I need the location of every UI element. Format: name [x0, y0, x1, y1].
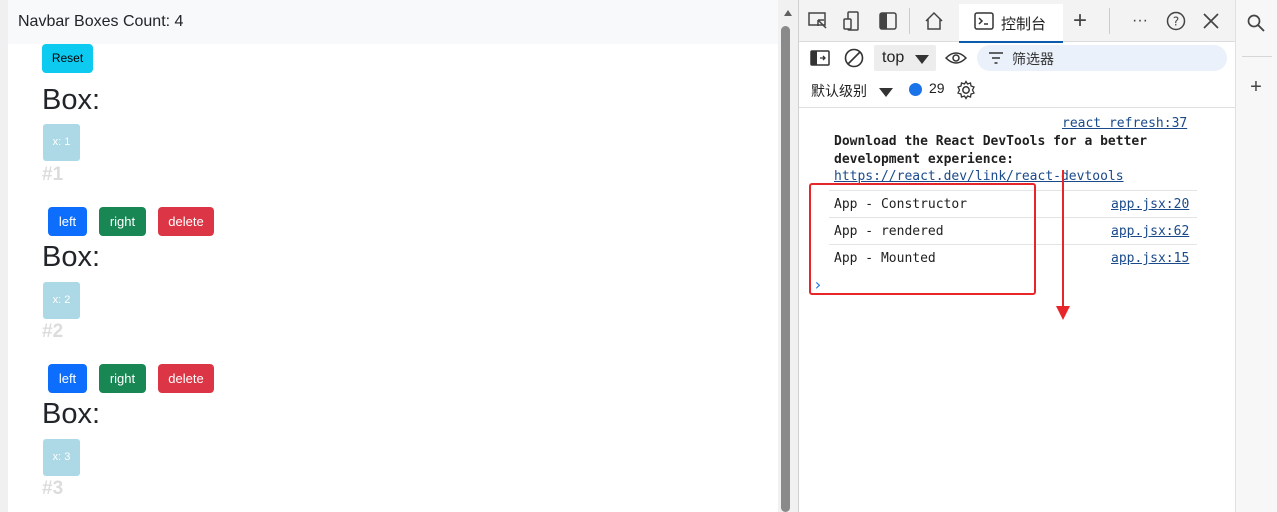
box-title: Box:	[42, 398, 101, 430]
filter-icon	[985, 47, 1007, 69]
app-pane: Navbar Boxes Count: 4 Reset Box: x: 1 #1…	[8, 0, 778, 512]
filter-placeholder: 筛选器	[1012, 51, 1054, 67]
devtools-panel: 控制台 + ··· ? top 筛选器 默认级别 29 react refres…	[798, 0, 1236, 512]
message-count: 29	[929, 80, 945, 96]
reset-button[interactable]: Reset	[42, 44, 93, 73]
source-link[interactable]: app.jsx:62	[1111, 224, 1189, 239]
left-button[interactable]: left	[48, 207, 87, 236]
right-button[interactable]: right	[99, 364, 146, 393]
console-output: react refresh:37 Download the React DevT…	[799, 108, 1236, 512]
context-select[interactable]: top	[874, 45, 936, 71]
svg-text:?: ?	[1173, 15, 1179, 29]
help-icon[interactable]: ?	[1165, 10, 1187, 32]
chevron-down-icon[interactable]	[879, 88, 893, 97]
browser-side-rail: +	[1235, 0, 1277, 512]
box-title: Box:	[42, 84, 101, 116]
navbar: Navbar Boxes Count: 4	[8, 0, 778, 44]
navbar-title: Navbar Boxes Count: 4	[18, 13, 184, 30]
sidebar-icon[interactable]	[809, 47, 831, 69]
console-toolbar: top 筛选器	[799, 42, 1236, 74]
app-scrollbar[interactable]	[778, 0, 798, 512]
eye-icon[interactable]	[945, 47, 967, 69]
source-link[interactable]: app.jsx:20	[1111, 197, 1189, 212]
box-chip: x: 3	[43, 439, 80, 476]
gear-icon[interactable]	[955, 79, 977, 101]
box-number: #3	[42, 478, 64, 499]
close-icon[interactable]	[1200, 10, 1222, 32]
box-number: #1	[42, 164, 64, 185]
plus-icon[interactable]: +	[1245, 76, 1267, 98]
console-icon	[973, 10, 995, 32]
console-levels-bar: 默认级别 29	[799, 74, 1236, 108]
react-devtools-message: Download the React DevTools for a better…	[834, 134, 1148, 167]
message-icon	[909, 83, 922, 96]
delete-button[interactable]: delete	[158, 364, 214, 393]
rail-divider	[1242, 56, 1272, 57]
chevron-down-icon	[915, 55, 929, 64]
box-chip: x: 1	[43, 124, 80, 161]
box-chip: x: 2	[43, 282, 80, 319]
left-edge-strip	[0, 0, 8, 512]
source-link[interactable]: app.jsx:15	[1111, 251, 1189, 266]
search-icon[interactable]	[1245, 12, 1267, 34]
annotation-rectangle	[809, 183, 1036, 295]
inspect-icon[interactable]	[807, 10, 829, 32]
device-icon[interactable]	[842, 10, 864, 32]
tab-console-label: 控制台	[1001, 16, 1047, 33]
scroll-thumb[interactable]	[781, 26, 790, 512]
plus-icon[interactable]: +	[1069, 7, 1091, 34]
box-title: Box:	[42, 241, 101, 273]
clear-icon[interactable]	[843, 47, 865, 69]
delete-button[interactable]: delete	[158, 207, 214, 236]
tab-console[interactable]: 控制台	[959, 4, 1063, 43]
devtools-tabbar: 控制台 + ··· ?	[799, 0, 1236, 43]
react-devtools-link[interactable]: https://react.dev/link/react-devtools	[834, 169, 1124, 184]
scroll-up-arrow-icon[interactable]	[784, 10, 792, 16]
left-button[interactable]: left	[48, 364, 87, 393]
tabbar-separator	[909, 8, 910, 34]
source-link[interactable]: react refresh:37	[1062, 116, 1187, 131]
box-number: #2	[42, 321, 64, 342]
log-levels-dropdown[interactable]: 默认级别	[811, 81, 867, 101]
annotation-arrow-line	[1062, 170, 1064, 310]
filter-input[interactable]: 筛选器	[977, 45, 1227, 71]
more-icon[interactable]: ···	[1129, 10, 1151, 32]
annotation-arrow-head	[1056, 306, 1070, 320]
tabbar-separator	[1109, 8, 1110, 34]
context-select-value: top	[882, 49, 905, 66]
home-icon[interactable]	[923, 10, 945, 32]
dock-icon[interactable]	[877, 10, 899, 32]
right-button[interactable]: right	[99, 207, 146, 236]
